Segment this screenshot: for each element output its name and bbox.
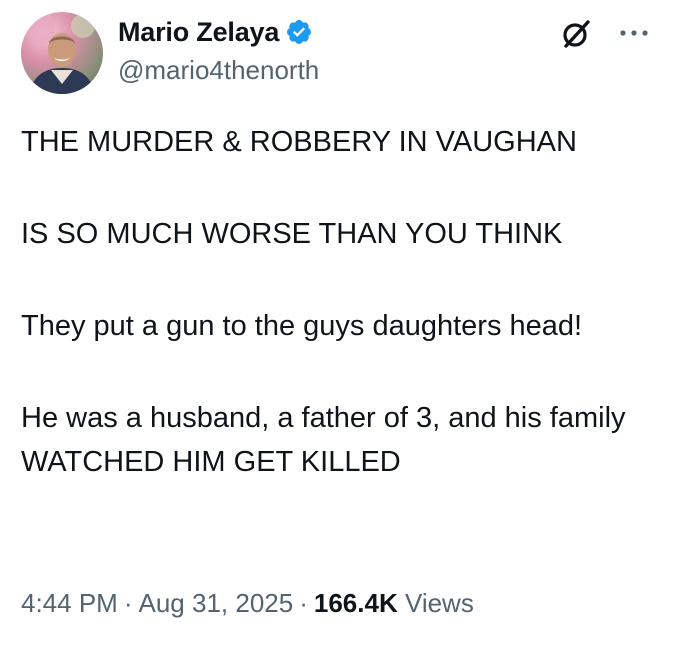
- verified-badge-icon[interactable]: [285, 18, 313, 46]
- tweet-paragraph: They put a gun to the guys daughters hea…: [21, 310, 583, 342]
- views-count[interactable]: 166.4K: [314, 588, 398, 618]
- more-options-icon[interactable]: [614, 18, 654, 48]
- avatar-image: [27, 14, 95, 94]
- views-label: Views: [404, 588, 474, 618]
- separator: ·: [299, 588, 308, 618]
- author-name-row: Mario Zelaya: [118, 14, 313, 50]
- separator: ·: [123, 588, 133, 618]
- tweet-time[interactable]: 4:44 PM: [21, 588, 118, 618]
- author-display-name[interactable]: Mario Zelaya: [118, 17, 279, 48]
- tweet-date[interactable]: Aug 31, 2025: [139, 588, 294, 618]
- avatar[interactable]: [21, 12, 103, 94]
- tweet-paragraph: He was a husband, a father of 3, and his…: [21, 402, 626, 478]
- tweet-card: Mario Zelaya @mario4thenorth THE MURDER …: [0, 0, 682, 652]
- tweet-paragraph: IS SO MUCH WORSE THAN YOU THINK: [21, 218, 563, 250]
- tweet-text: THE MURDER & ROBBERY IN VAUGHAN IS SO MU…: [21, 120, 661, 532]
- author-handle[interactable]: @mario4thenorth: [118, 55, 319, 86]
- tweet-paragraph: THE MURDER & ROBBERY IN VAUGHAN: [21, 126, 577, 158]
- grok-icon[interactable]: [560, 18, 592, 50]
- tweet-meta: 4:44 PM · Aug 31, 2025 · 166.4K Views: [21, 588, 474, 619]
